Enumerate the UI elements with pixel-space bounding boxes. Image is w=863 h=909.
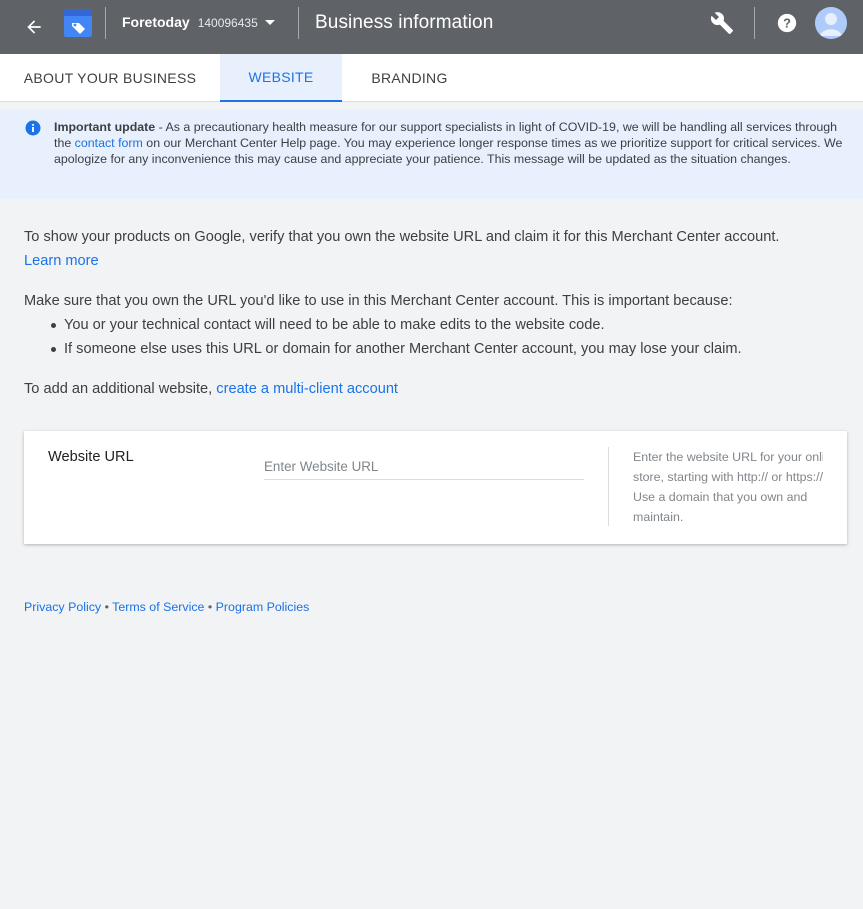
website-url-label: Website URL bbox=[48, 449, 134, 465]
footer-links: Privacy Policy • Terms of Service • Prog… bbox=[24, 600, 309, 614]
card-divider bbox=[608, 447, 609, 526]
avatar[interactable] bbox=[815, 7, 847, 39]
back-arrow-icon[interactable] bbox=[20, 13, 48, 41]
footer-separator: • bbox=[207, 600, 213, 614]
wrench-icon[interactable] bbox=[708, 9, 736, 37]
privacy-policy-link[interactable]: Privacy Policy bbox=[24, 600, 101, 614]
website-url-input[interactable] bbox=[264, 453, 584, 480]
topbar-divider bbox=[298, 7, 299, 39]
banner-text-rest: on our Merchant Center Help page. You ma… bbox=[54, 136, 843, 166]
caret-down-icon[interactable] bbox=[265, 20, 275, 25]
intro-text: To show your products on Google, verify … bbox=[24, 229, 780, 245]
learn-more-link[interactable]: Learn more bbox=[24, 253, 99, 269]
banner-message: Important update - As a precautionary he… bbox=[54, 119, 844, 167]
website-url-card: Website URL Enter the website URL for yo… bbox=[24, 431, 847, 544]
list-item: If someone else uses this URL or domain … bbox=[24, 337, 844, 361]
list-item: You or your technical contact will need … bbox=[24, 313, 844, 337]
svg-text:?: ? bbox=[783, 16, 791, 31]
additional-website-text: To add an additional website, create a m… bbox=[24, 377, 844, 401]
account-switcher[interactable]: Foretoday 140096435 bbox=[122, 14, 258, 30]
topbar-divider bbox=[105, 7, 106, 39]
footer-separator: • bbox=[104, 600, 109, 614]
main-content: To show your products on Google, verify … bbox=[24, 225, 844, 401]
ownership-heading: Make sure that you own the URL you'd lik… bbox=[24, 293, 733, 309]
terms-of-service-link[interactable]: Terms of Service bbox=[112, 600, 204, 614]
tab-branding[interactable]: BRANDING bbox=[342, 54, 477, 102]
top-app-bar: Foretoday 140096435 Business information… bbox=[0, 0, 863, 54]
multi-client-account-link[interactable]: create a multi-client account bbox=[216, 381, 398, 397]
help-icon[interactable]: ? bbox=[773, 9, 801, 37]
ownership-list: You or your technical contact will need … bbox=[24, 313, 844, 361]
covid-notice-banner: Important update - As a precautionary he… bbox=[0, 109, 863, 199]
topbar-divider bbox=[754, 7, 755, 39]
account-id: 140096435 bbox=[197, 16, 258, 30]
merchant-center-logo-icon bbox=[63, 8, 93, 38]
additional-website-label: To add an additional website, bbox=[24, 381, 217, 397]
tab-bar: ABOUT YOUR BUSINESS WEBSITE BRANDING bbox=[0, 54, 863, 102]
info-icon bbox=[25, 120, 41, 136]
contact-form-link[interactable]: contact form bbox=[75, 136, 143, 150]
tab-website[interactable]: WEBSITE bbox=[220, 54, 342, 102]
banner-title: Important update bbox=[54, 120, 156, 134]
account-name: Foretoday bbox=[122, 14, 190, 30]
page-title: Business information bbox=[315, 12, 494, 33]
tab-about-your-business[interactable]: ABOUT YOUR BUSINESS bbox=[0, 54, 220, 102]
website-url-hint: Enter the website URL for your online st… bbox=[633, 450, 823, 524]
program-policies-link[interactable]: Program Policies bbox=[216, 600, 310, 614]
